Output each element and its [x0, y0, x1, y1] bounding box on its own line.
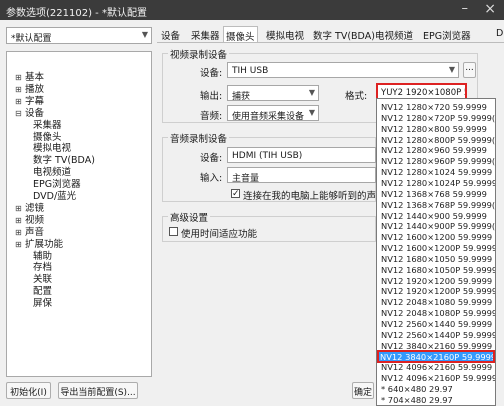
- format-label: 格式:: [345, 91, 368, 102]
- format-option[interactable]: NV12 2560×1440P 59.9999(P 16:9): [381, 330, 495, 340]
- video-audio-value: 使用音频采集设备: [232, 112, 305, 122]
- output-label: 输出:: [200, 91, 223, 102]
- window-title: 参数选项(221102) - *默认配置: [6, 8, 147, 19]
- format-option[interactable]: NV12 1368×768 59.9999: [381, 189, 487, 199]
- format-option[interactable]: * 704×480 29.97: [381, 395, 453, 405]
- tab[interactable]: 设备: [159, 28, 182, 42]
- format-option[interactable]: NV12 2048×1080 59.9999: [381, 297, 492, 307]
- output-value: 捕获: [232, 92, 251, 102]
- timestamp-checkbox[interactable]: [169, 227, 178, 236]
- format-option[interactable]: NV12 1280×960 59.9999: [381, 145, 487, 155]
- chevron-down-icon: ▼: [141, 30, 148, 39]
- audio-device-value: HDMI (TIH USB): [232, 151, 303, 161]
- collapse-icon[interactable]: ⊟: [15, 109, 25, 118]
- format-option[interactable]: NV12 1440×900 59.9999: [381, 211, 487, 221]
- tab[interactable]: 摄像头: [223, 26, 258, 43]
- tree-item[interactable]: 屏保: [33, 295, 52, 309]
- loopback-checkbox[interactable]: ✓: [231, 189, 240, 199]
- format-option[interactable]: NV12 1280×720P 59.9999(P 16:9): [381, 113, 495, 123]
- ok-button[interactable]: 确定: [352, 382, 374, 399]
- format-option[interactable]: NV12 1920×1200 59.9999: [381, 276, 492, 286]
- format-option[interactable]: NV12 1280×960P 59.9999(P 4:3): [381, 156, 495, 166]
- title-bar: 参数选项(221102) - *默认配置 – ×: [0, 0, 504, 20]
- format-option[interactable]: NV12 1680×1050 59.9999: [381, 254, 492, 264]
- format-option[interactable]: NV12 1280×720 59.9999: [381, 102, 487, 112]
- format-option[interactable]: NV12 2048×1080P 59.9999(P 256:13: [381, 308, 495, 318]
- audio-input-label: 输入:: [200, 173, 223, 184]
- format-option[interactable]: NV12 1280×800P 59.9999(P 8:5): [381, 135, 495, 145]
- advanced-group-title: 高级设置: [168, 210, 211, 224]
- chevron-down-icon: ▼: [308, 88, 315, 97]
- tab[interactable]: 模拟电视: [264, 28, 306, 42]
- tab[interactable]: 数字 TV(BDA): [311, 28, 377, 42]
- format-option[interactable]: NV12 1368×768P 59.9999(P 57:32): [381, 200, 495, 210]
- more-button-label: ...: [465, 63, 474, 73]
- audio-input-value: 主音量: [232, 174, 260, 184]
- tree-item-label: 屏保: [33, 298, 53, 310]
- video-device-select[interactable]: TIH USB ▼: [227, 62, 459, 78]
- chevron-down-icon: ▼: [448, 65, 455, 74]
- ok-button-label: 确定: [353, 388, 372, 398]
- video-group-title: 视频录制设备: [168, 47, 230, 61]
- tab-bar: 设备 采集器 摄像头 模拟电视 数字 TV(BDA) 电视频道 EPG浏览器 D: [157, 26, 504, 43]
- expand-icon[interactable]: ⊞: [15, 240, 25, 249]
- profile-value: *默认配置: [11, 34, 52, 44]
- audio-device-label: 设备:: [200, 153, 223, 164]
- video-device-label: 设备:: [200, 68, 223, 79]
- format-option[interactable]: NV12 4096×2160P 59.9999(P 256:13: [381, 373, 495, 383]
- timestamp-label: 使用时间适应功能: [181, 229, 258, 240]
- video-audio-select[interactable]: 使用音频采集设备 ▼: [227, 105, 319, 122]
- audio-input-select[interactable]: 主音量: [227, 167, 376, 184]
- format-option[interactable]: NV12 2560×1440 59.9999: [381, 319, 492, 329]
- export-config-button[interactable]: 导出当前配置(S)...: [58, 382, 138, 399]
- loopback-label: 连接在我的电脑上能够听到的声音: [243, 191, 386, 202]
- format-option[interactable]: NV12 1600×1200P 59.9999(P 4:3): [381, 243, 495, 253]
- tab[interactable]: 采集器: [189, 28, 222, 42]
- audio-group-title: 音频录制设备: [168, 131, 230, 145]
- output-select[interactable]: 捕获 ▼: [227, 85, 319, 102]
- video-device-value: TIH USB: [232, 66, 269, 76]
- init-button-label: 初始化(I): [10, 388, 47, 398]
- video-device-more-button[interactable]: ...: [463, 62, 476, 78]
- close-icon[interactable]: ×: [484, 1, 496, 17]
- export-button-label: 导出当前配置(S)...: [60, 388, 136, 398]
- tab[interactable]: 电视频道: [373, 28, 415, 42]
- tab[interactable]: EPG浏览器: [421, 28, 473, 42]
- minimize-icon[interactable]: –: [462, 1, 469, 16]
- format-option[interactable]: NV12 1280×800 59.9999: [381, 124, 487, 134]
- tab[interactable]: D: [494, 28, 504, 42]
- format-option[interactable]: NV12 1680×1050P 59.9999(P 8:5): [381, 265, 495, 275]
- format-option[interactable]: NV12 1920×1200P 59.9999(P 8:5): [381, 286, 495, 296]
- format-option[interactable]: NV12 4096×2160 59.9999: [381, 362, 492, 372]
- selected-option-highlight-box: [377, 349, 495, 363]
- format-option[interactable]: NV12 1280×1024 59.9999: [381, 167, 492, 177]
- init-button[interactable]: 初始化(I): [6, 382, 51, 399]
- format-dropdown-list[interactable]: NV12 1280×720 59.9999 NV12 1280×720P 59.9…: [376, 98, 496, 406]
- profile-select[interactable]: *默认配置 ▼: [6, 27, 152, 44]
- format-option[interactable]: NV12 1600×1200 59.9999: [381, 232, 492, 242]
- format-option[interactable]: NV12 1440×900P 59.9999(P 8:5): [381, 221, 495, 231]
- format-option[interactable]: * 640×480 29.97: [381, 384, 453, 394]
- check-icon: ✓: [232, 189, 240, 199]
- format-option[interactable]: NV12 1280×1024P 59.9999(P 5:4): [381, 178, 495, 188]
- chevron-down-icon: ▼: [308, 108, 315, 117]
- audio-device-select[interactable]: HDMI (TIH USB): [227, 147, 376, 163]
- settings-tree[interactable]: ⊞ 基本 ⊞ 播放 ⊞ 字幕 ⊟ 设备 采集器 摄像头 模拟电视 数字 TV(BDA) 电视频道 EPG浏…: [6, 51, 152, 377]
- video-audio-label: 音频:: [200, 111, 223, 122]
